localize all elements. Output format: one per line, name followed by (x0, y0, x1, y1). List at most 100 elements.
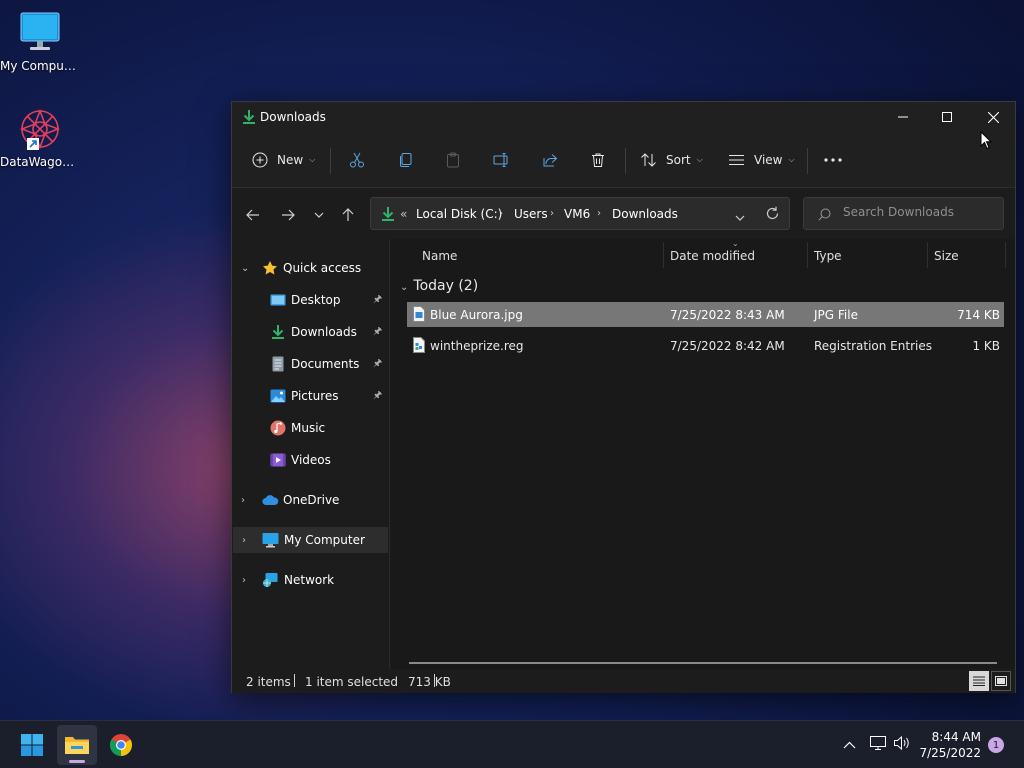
sidebar-item-network[interactable]: › Network (233, 567, 388, 593)
desktop-icon-datawagon[interactable]: DataWagon... (0, 106, 80, 169)
desktop-icon-my-computer[interactable]: My Computer (0, 10, 80, 73)
rename-button[interactable] (493, 145, 510, 175)
title-bar[interactable]: Downloads (232, 102, 1015, 132)
back-button[interactable] (243, 205, 263, 225)
folder-icon (65, 737, 89, 754)
recent-locations-button[interactable] (309, 205, 329, 225)
view-icon (729, 155, 744, 165)
tiles-view-icon (995, 676, 1007, 686)
search-box[interactable] (803, 197, 1004, 230)
large-icons-view-button[interactable] (991, 671, 1011, 691)
paste-button[interactable] (445, 145, 461, 175)
share-button[interactable] (542, 145, 558, 175)
plus-circle-icon (252, 152, 268, 168)
close-button[interactable] (970, 102, 1016, 132)
delete-icon (592, 153, 604, 167)
pin-icon[interactable]: 🖈 (373, 356, 382, 373)
pin-icon[interactable]: 🖈 (373, 324, 382, 341)
chevron-down-icon: ⌵ (788, 155, 795, 164)
column-divider[interactable] (807, 242, 808, 268)
monitor-icon (17, 10, 63, 56)
column-divider[interactable] (927, 242, 928, 268)
see-more-button[interactable] (824, 145, 842, 175)
chevron-right-icon[interactable]: › (242, 575, 246, 586)
sidebar-item-videos[interactable]: Videos (232, 447, 389, 473)
clock[interactable]: 8:44 AM 7/25/2022 (908, 729, 981, 761)
delete-button[interactable] (590, 145, 606, 175)
chevron-right-icon[interactable]: › (242, 535, 246, 546)
sidebar-item-quick-access[interactable]: ⌄ Quick access (232, 255, 389, 281)
network-status-button[interactable] (869, 735, 887, 754)
chevron-right-icon[interactable]: › (241, 495, 245, 506)
column-divider[interactable] (663, 242, 664, 268)
column-header-type[interactable]: Type (814, 249, 842, 263)
maximize-button[interactable] (924, 102, 970, 132)
breadcrumb-local-disk[interactable]: Local Disk (C:) (416, 207, 502, 221)
file-explorer-window: Downloads New ⌵ Sort ⌵ View ⌵ « Local Di… (231, 101, 1016, 693)
status-selected-size: 713 KB (408, 675, 451, 689)
cut-button[interactable] (349, 145, 365, 175)
sidebar-item-label: Documents (291, 357, 360, 371)
cut-icon (350, 152, 364, 168)
sidebar-item-downloads[interactable]: Downloads 🖈 (232, 319, 389, 345)
copy-button[interactable] (398, 145, 414, 175)
sidebar-item-label: Videos (291, 453, 331, 467)
chevron-right-icon[interactable]: › (499, 208, 503, 219)
chevron-down-icon[interactable]: ⌄ (400, 282, 408, 293)
chevron-right-icon[interactable]: › (597, 208, 601, 219)
forward-button[interactable] (278, 205, 298, 225)
details-view-button[interactable] (969, 671, 989, 691)
breadcrumb-vm6[interactable]: VM6 (564, 207, 590, 221)
breadcrumb-downloads[interactable]: Downloads (612, 207, 678, 221)
status-selected-count: 1 item selected (305, 675, 399, 689)
column-header-date-modified[interactable]: Date modified (670, 249, 755, 263)
sidebar-item-onedrive[interactable]: › OneDrive (232, 487, 389, 513)
chevron-down-icon: ⌵ (309, 155, 316, 164)
show-hidden-icons-button[interactable] (843, 738, 856, 752)
breadcrumb-users[interactable]: Users (514, 207, 548, 221)
file-type: JPG File (814, 308, 858, 322)
view-button[interactable]: View ⌵ (728, 145, 795, 175)
chevron-right-icon[interactable]: › (550, 208, 554, 219)
file-size: 714 KB (957, 308, 1000, 322)
sidebar-item-music[interactable]: Music (232, 415, 389, 441)
chevron-down-icon[interactable]: ⌄ (241, 263, 249, 274)
sidebar-item-pictures[interactable]: Pictures 🖈 (232, 383, 389, 409)
taskbar-file-explorer[interactable] (57, 725, 97, 765)
pin-icon[interactable]: 🖈 (373, 388, 382, 405)
sidebar-item-my-computer-row[interactable]: › My Computer (233, 527, 388, 553)
new-button[interactable]: New ⌵ (252, 145, 315, 175)
sidebar-item-desktop[interactable]: Desktop 🖈 (232, 287, 389, 313)
command-bar: New ⌵ Sort ⌵ View ⌵ (232, 132, 1015, 188)
sidebar-item-label: Desktop (291, 293, 341, 307)
sidebar-item-label: OneDrive (283, 493, 340, 507)
arrow-right-icon (282, 209, 295, 221)
music-folder-icon (270, 420, 286, 436)
start-button[interactable] (12, 725, 52, 765)
column-header-name[interactable]: Name (422, 249, 457, 263)
column-header-size[interactable]: Size (934, 249, 959, 263)
minimize-icon (898, 116, 908, 118)
notification-badge[interactable]: 1 (988, 737, 1004, 753)
breadcrumb-overflow[interactable]: « (400, 207, 407, 221)
refresh-icon (766, 206, 779, 220)
search-input[interactable] (843, 205, 993, 219)
address-history-button[interactable] (735, 210, 745, 224)
file-row-blue-aurora[interactable]: Blue Aurora.jpg 7/25/2022 8:43 AM JPG Fi… (407, 302, 1004, 327)
sidebar-item-documents[interactable]: Documents 🖈 (232, 351, 389, 377)
group-header-today[interactable]: ⌄ Today (2) (400, 278, 478, 294)
toolbar-divider (807, 148, 808, 174)
mouse-cursor-icon (980, 130, 993, 153)
column-divider[interactable] (1005, 242, 1006, 268)
file-date: 7/25/2022 8:43 AM (670, 308, 785, 322)
pin-icon[interactable]: 🖈 (373, 292, 382, 309)
taskbar-chrome[interactable] (101, 725, 141, 765)
paste-icon (447, 152, 459, 168)
address-bar[interactable]: « Local Disk (C:) › Users › VM6 › Downlo… (370, 197, 790, 230)
minimize-button[interactable] (880, 102, 926, 132)
up-button[interactable] (338, 205, 358, 225)
file-row-wintheprize[interactable]: wintheprize.reg 7/25/2022 8:42 AM Regist… (407, 333, 1004, 358)
refresh-button[interactable] (765, 206, 780, 224)
horizontal-scrollbar[interactable] (409, 662, 997, 664)
sort-button[interactable]: Sort ⌵ (640, 145, 703, 175)
